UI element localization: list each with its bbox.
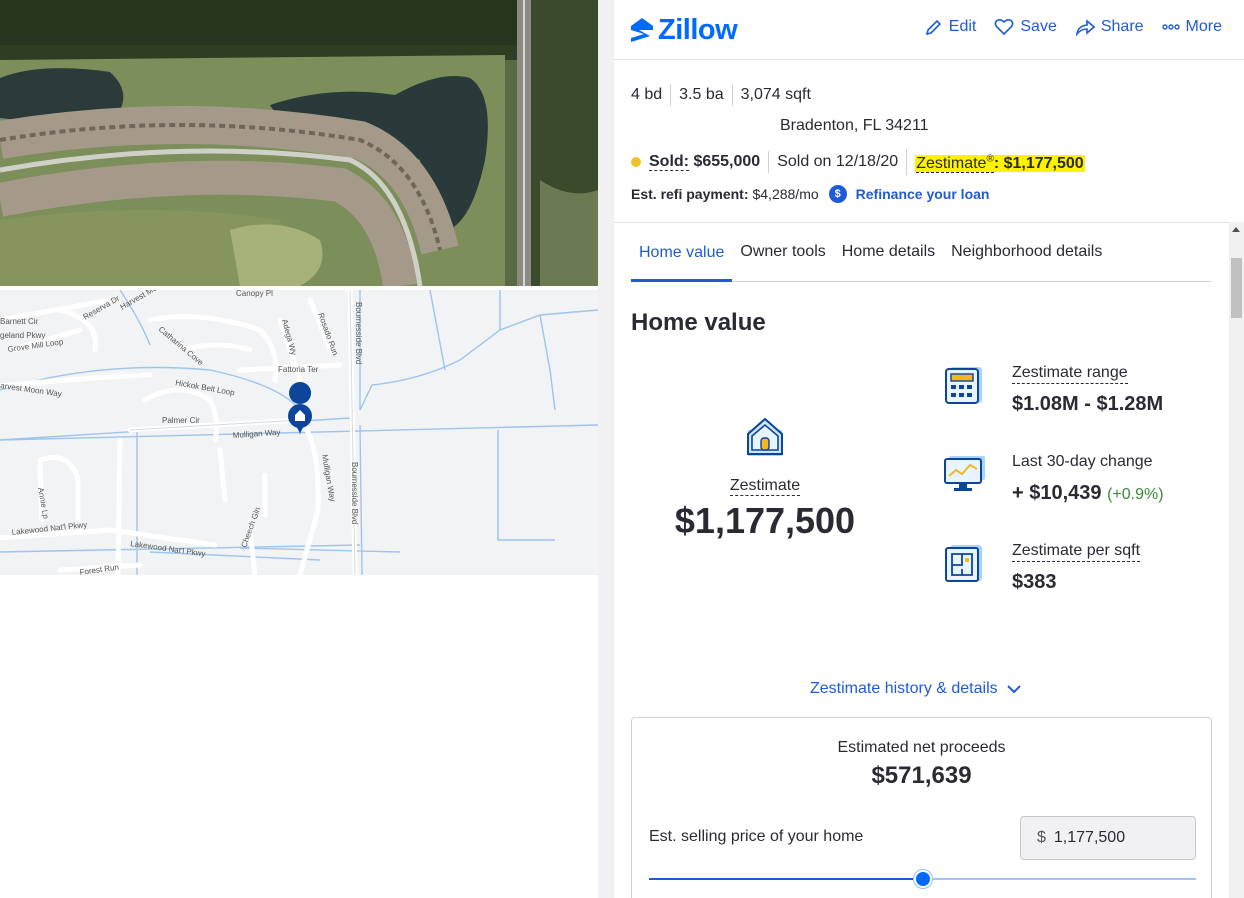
map-label: Bournesside Blvd <box>350 462 359 524</box>
selling-price-input[interactable]: $ 1,177,500 <box>1020 816 1196 860</box>
zestimate-label[interactable]: Zestimate <box>729 477 801 496</box>
detail-tabs: Home value Owner tools Home details Neig… <box>631 223 1211 282</box>
home-details-panel: Zillow Edit Save Share More 4 bd 3.5 ba … <box>614 0 1244 898</box>
share-button[interactable]: Share <box>1075 18 1144 36</box>
selling-price-slider-handle[interactable] <box>913 870 932 888</box>
sold-date: Sold on 12/18/20 <box>768 151 906 174</box>
currency-symbol: $ <box>1037 829 1046 846</box>
refi-value: $4,288/mo <box>752 186 819 202</box>
tab-home-details[interactable]: Home details <box>834 223 943 281</box>
scrollbar-thumb[interactable] <box>1231 258 1242 318</box>
home-facts: 4 bd 3.5 ba 3,074 sqft <box>631 84 819 106</box>
home-address: Bradenton, FL 34211 <box>780 117 929 134</box>
selling-price-slider-fill <box>649 878 923 880</box>
zestimate-range-stat: Zestimate range $1.08M - $1.28M <box>944 363 1204 423</box>
net-proceeds-title: Estimated net proceeds <box>837 739 1006 756</box>
net-proceeds-card: Estimated net proceeds $571,639 Est. sel… <box>631 717 1212 898</box>
dollar-icon: $ <box>828 185 847 203</box>
panel-gutter <box>598 0 614 898</box>
zestimate-summary[interactable]: Zestimate®: $1,177,500 <box>906 149 1092 176</box>
baths-count: 3.5 ba <box>670 84 731 106</box>
zestimate-history-toggle[interactable]: Zestimate history & details <box>810 680 1022 698</box>
thirty-day-change-pct: (+0.9%) <box>1107 486 1164 503</box>
more-label: More <box>1185 18 1222 35</box>
net-proceeds-value: $571,639 <box>871 762 972 789</box>
save-button[interactable]: Save <box>994 18 1057 36</box>
share-label: Share <box>1100 18 1144 35</box>
action-bar: Edit Save Share More <box>925 18 1222 36</box>
satellite-image <box>0 0 598 286</box>
map-label: geland Pkwy <box>0 331 45 340</box>
thirty-day-change-value: + $10,439 (+0.9%) <box>1012 482 1164 504</box>
thirty-day-change-stat: Last 30-day change + $10,439 (+0.9%) <box>944 452 1204 512</box>
zestimate-range-value: $1.08M - $1.28M <box>1012 393 1164 415</box>
zestimate-history-label: Zestimate history & details <box>810 680 998 697</box>
home-value-heading: Home value <box>631 309 766 336</box>
sold-label: Sold: <box>649 153 689 172</box>
house-icon <box>747 417 783 456</box>
map-label: Bournesside Blvd <box>354 302 363 364</box>
zestimate-per-sqft-label[interactable]: Zestimate per sqft <box>1012 541 1141 562</box>
map-label: Fattoria Ter <box>278 365 319 374</box>
thirty-day-change-label: Last 30-day change <box>1012 453 1153 470</box>
calculator-icon <box>945 367 982 404</box>
scroll-up-arrow-icon[interactable] <box>1232 227 1240 232</box>
edit-label: Edit <box>948 18 977 35</box>
refi-row: Est. refi payment: $4,288/mo $ Refinance… <box>631 185 989 203</box>
zestimate-range-label[interactable]: Zestimate range <box>1012 363 1128 384</box>
tab-neighborhood-details[interactable]: Neighborhood details <box>943 223 1110 281</box>
monitor-chart-icon <box>944 456 985 491</box>
edit-button[interactable]: Edit <box>925 18 977 36</box>
chevron-down-icon <box>1006 685 1021 694</box>
refinance-link[interactable]: Refinance your loan <box>856 186 990 202</box>
more-dots-icon <box>1161 24 1180 30</box>
zestimate-main: Zestimate $1,177,500 <box>654 416 876 542</box>
sold-value: $655,000 <box>693 153 761 171</box>
zestimate-value: $1,177,500 <box>674 500 856 541</box>
more-button[interactable]: More <box>1161 18 1222 36</box>
tab-owner-tools[interactable]: Owner tools <box>732 223 833 281</box>
refi-label: Est. refi payment: <box>631 186 749 202</box>
beds-count: 4 bd <box>631 86 663 103</box>
share-arrow-icon <box>1075 19 1095 36</box>
map-label: Palmer Cir <box>162 416 200 425</box>
zestimate-per-sqft-stat: Zestimate per sqft $383 <box>944 541 1204 601</box>
zillow-logo[interactable]: Zillow <box>630 13 738 46</box>
status-dot-icon <box>631 157 641 168</box>
selling-price-value: 1,177,500 <box>1053 829 1126 846</box>
selling-price-label: Est. selling price of your home <box>649 828 864 845</box>
panel-scrollbar[interactable] <box>1229 222 1244 898</box>
floorplan-icon <box>945 545 982 582</box>
map-label: Barnett Cir <box>0 317 39 326</box>
zestimate-summary-label: Zestimate® <box>916 154 994 174</box>
square-footage: 3,074 sqft <box>731 84 819 106</box>
zestimate-summary-value: : $1,177,500 <box>993 155 1084 173</box>
scroll-content: Home value Owner tools Home details Neig… <box>614 222 1229 898</box>
save-label: Save <box>1020 18 1057 35</box>
street-map[interactable]: Barnett Cir Reserva Dr Harvest Moon Cano… <box>0 290 598 575</box>
media-column: Barnett Cir Reserva Dr Harvest Moon Cano… <box>0 0 598 898</box>
top-bar: Zillow Edit Save Share More <box>614 0 1244 60</box>
map-label: Canopy Pl <box>236 290 273 298</box>
pencil-icon <box>925 19 941 36</box>
zillow-wordmark: Zillow <box>658 13 738 46</box>
zillow-logo-icon <box>631 18 653 42</box>
sale-status: Sold: $655,000 Sold on 12/18/20 Zestimat… <box>631 149 1093 176</box>
zestimate-per-sqft-value: $383 <box>1012 571 1057 593</box>
street-map-image: Barnett Cir Reserva Dr Harvest Moon Cano… <box>0 290 598 575</box>
sold-price[interactable]: Sold: $655,000 <box>649 151 768 173</box>
tab-home-value[interactable]: Home value <box>631 223 733 282</box>
satellite-photo[interactable] <box>0 0 598 286</box>
heart-icon <box>994 18 1014 36</box>
